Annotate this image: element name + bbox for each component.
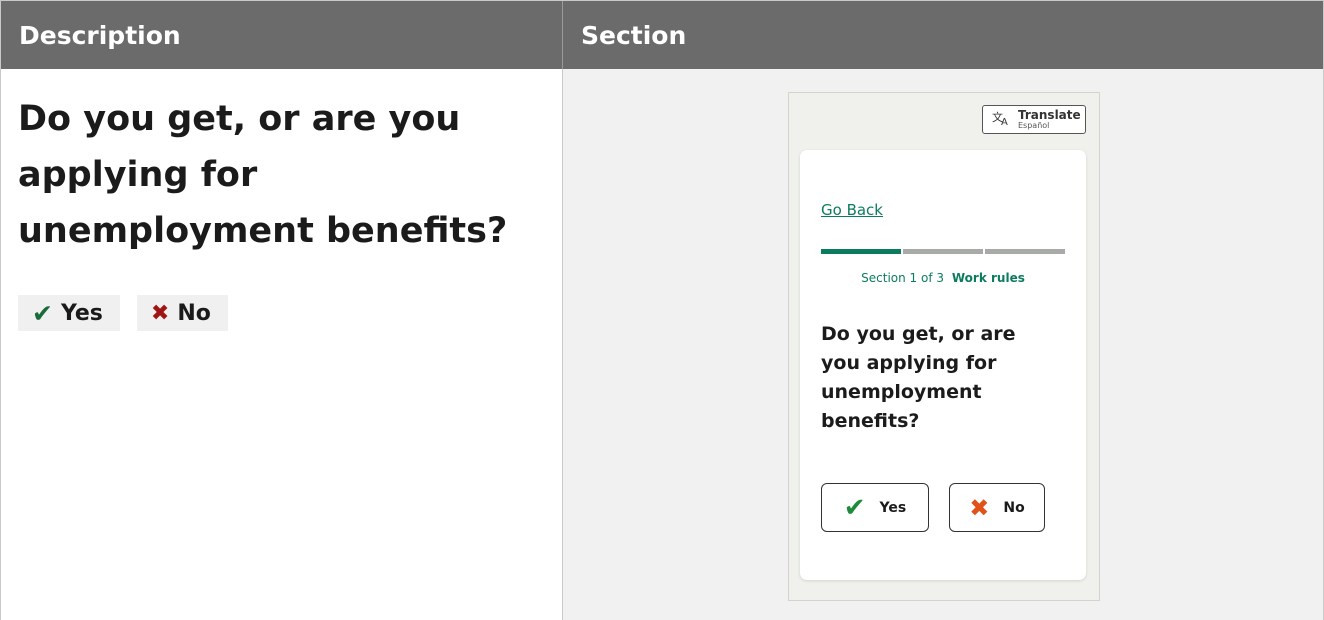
header-section: Section [581, 20, 687, 50]
translate-label: Translate [1018, 107, 1081, 122]
table-row: Do you get, or are you applying for unem… [1, 69, 1323, 620]
yes-chip: ✔ Yes [18, 295, 120, 331]
translate-sub-label: Español [1018, 120, 1050, 130]
table-header-row: Description Section [1, 1, 1323, 69]
yes-button[interactable]: ✔ Yes [821, 483, 929, 532]
yes-chip-label: Yes [60, 300, 103, 326]
check-icon: ✔ [843, 492, 866, 523]
section-cell: 文 A Translate Español Go Back Section 1 … [563, 69, 1323, 620]
yes-button-label: Yes [879, 499, 907, 516]
check-icon: ✔ [32, 298, 53, 328]
answer-chips: ✔ Yes ✖ No [18, 295, 228, 331]
x-icon: ✖ [969, 493, 990, 522]
description-cell: Do you get, or are you applying for unem… [1, 69, 563, 620]
no-button[interactable]: ✖ No [949, 483, 1045, 532]
x-icon: ✖ [150, 300, 170, 326]
question-card: Go Back Section 1 of 3 Work rules Do you… [800, 150, 1086, 580]
translate-button[interactable]: 文 A Translate Español [982, 105, 1086, 134]
no-chip-label: No [177, 300, 211, 326]
phone-preview: 文 A Translate Español Go Back Section 1 … [788, 92, 1100, 601]
translate-icon: 文 A [992, 110, 1012, 130]
progress-segment-1 [821, 249, 901, 254]
svg-text:A: A [1001, 117, 1008, 126]
go-back-link[interactable]: Go Back [821, 201, 883, 219]
section-name: Work rules [951, 271, 1025, 285]
answer-buttons: ✔ Yes ✖ No [821, 483, 1045, 532]
translate-text: Translate Español [1018, 109, 1081, 131]
comparison-table: Description Section Do you get, or are y… [0, 0, 1324, 620]
progress-segment-3 [985, 249, 1065, 254]
section-indicator: Section 1 of 3 Work rules [800, 271, 1086, 285]
no-chip: ✖ No [136, 295, 228, 331]
description-question: Do you get, or are you applying for unem… [18, 99, 508, 251]
preview-question: Do you get, or are you applying for unem… [821, 323, 1016, 432]
header-description: Description [1, 1, 563, 69]
no-button-label: No [1003, 499, 1025, 516]
progress-bar [821, 249, 1065, 255]
progress-segment-2 [903, 249, 983, 254]
section-count: Section 1 of 3 [861, 271, 945, 285]
